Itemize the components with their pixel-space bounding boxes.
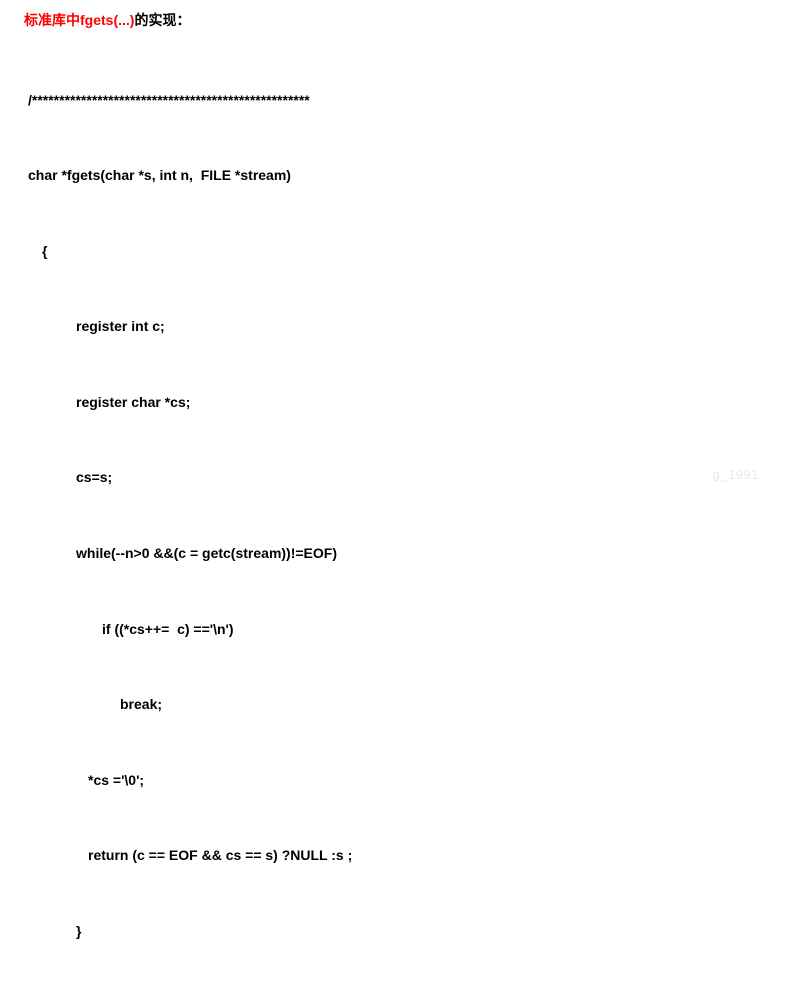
brace-close: }: [28, 919, 759, 944]
title-suffix: 的实现：: [134, 12, 190, 28]
title-highlight: fgets(...): [80, 12, 134, 28]
code-line-break: break;: [28, 692, 759, 717]
title-prefix: 标准库中: [24, 12, 80, 28]
function-signature: char *fgets(char *s, int n, FILE *stream…: [28, 163, 759, 188]
comment-close-line: /***************************************…: [6, 994, 759, 1000]
brace-open: {: [28, 239, 759, 264]
code-line-register-int: register int c;: [28, 314, 759, 339]
code-line-return: return (c == EOF && cs == s) ?NULL :s ;: [28, 843, 759, 868]
code-line-if: if ((*cs++= c) =='\n'): [28, 617, 759, 642]
code-line-while: while(--n>0 &&(c = getc(stream))!=EOF): [28, 541, 759, 566]
code-block: /***************************************…: [28, 37, 759, 1000]
comment-open-line: /***************************************…: [28, 88, 759, 113]
code-line-register-char: register char *cs;: [28, 390, 759, 415]
code-line-null-term: *cs ='\0';: [28, 768, 759, 793]
document-title: 标准库中fgets(...)的实现：: [24, 8, 759, 33]
code-line-assign-cs: cs=s;: [28, 465, 759, 490]
